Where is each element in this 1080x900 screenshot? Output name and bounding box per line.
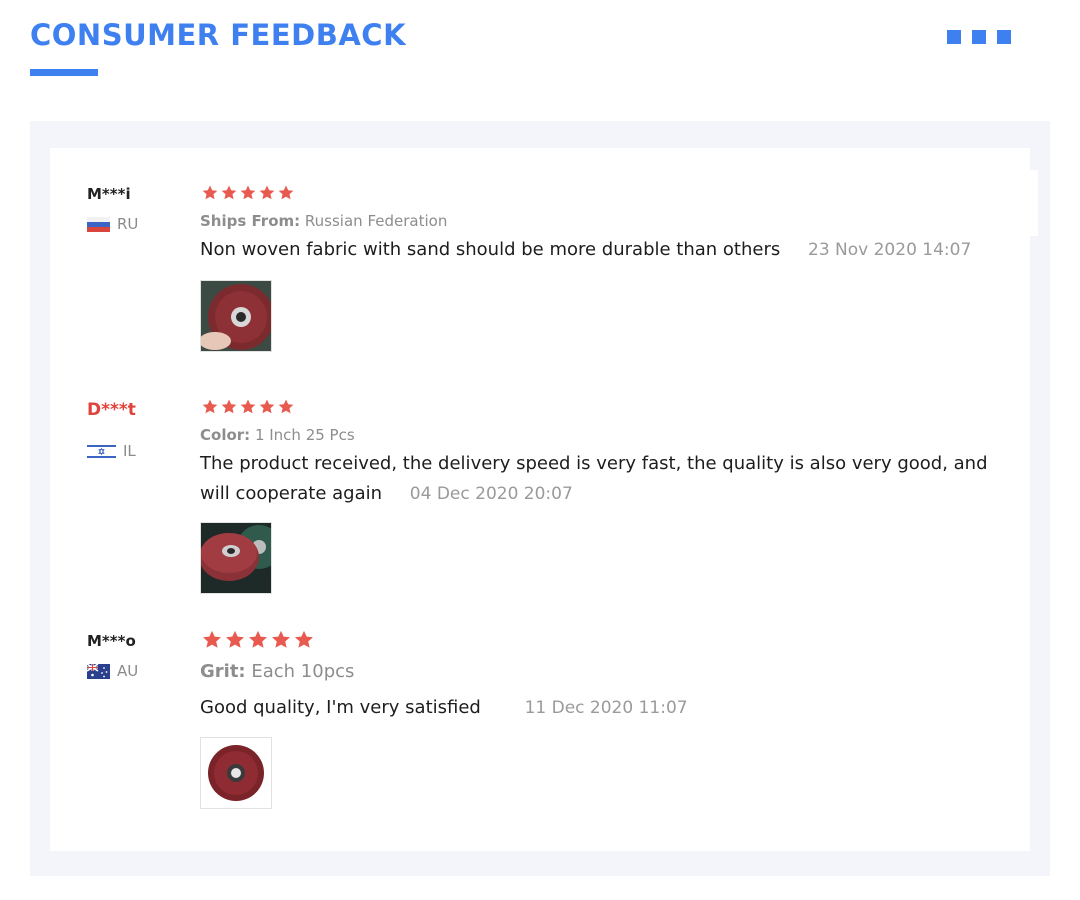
reviewer-country: IL — [87, 442, 136, 460]
attribute-value: Each 10pcs — [251, 661, 355, 682]
review-text: Non woven fabric with sand should be mor… — [200, 235, 990, 265]
review-attribute: Grit: Each 10pcs — [200, 661, 354, 682]
reviewer-name: D***t — [87, 400, 136, 420]
review-photo[interactable] — [200, 737, 272, 809]
review-attribute: Ships From: Russian Federation — [200, 212, 447, 230]
star-icon — [249, 630, 267, 648]
review-attribute: Color: 1 Inch 25 Pcs — [200, 426, 355, 444]
reviewer-country: AU — [87, 662, 138, 680]
attribute-value: Russian Federation — [304, 212, 448, 230]
australia-flag-icon — [87, 663, 110, 679]
country-code: IL — [123, 442, 136, 460]
attribute-value: 1 Inch 25 Pcs — [254, 426, 355, 444]
reviewer-name: M***o — [87, 632, 136, 650]
review-date: 23 Nov 2020 14:07 — [808, 240, 972, 260]
star-icon — [240, 399, 256, 414]
star-icon — [278, 185, 294, 200]
star-icon — [226, 630, 244, 648]
review-date: 11 Dec 2020 11:07 — [524, 698, 688, 718]
page-title: CONSUMER FEEDBACK — [30, 18, 407, 52]
review-photo[interactable] — [200, 522, 272, 594]
country-code: RU — [117, 215, 139, 233]
review-date: 04 Dec 2020 20:07 — [409, 484, 573, 504]
star-icon — [202, 185, 218, 200]
star-icon — [259, 185, 275, 200]
rating-stars — [201, 629, 315, 651]
flap-disc-in-hand-photo — [201, 281, 271, 351]
review-body: The product received, the delivery speed… — [200, 453, 988, 504]
star-icon — [240, 185, 256, 200]
country-code: AU — [117, 662, 139, 680]
review-body: Good quality, I'm very satisfied — [200, 697, 481, 718]
star-icon — [278, 399, 294, 414]
review-text: Good quality, I'm very satisfied 11 Dec … — [200, 693, 990, 723]
review-text: The product received, the delivery speed… — [200, 449, 990, 509]
reviewer-name: M***i — [87, 185, 131, 203]
single-flap-disc-photo — [201, 738, 271, 808]
dot-icon — [972, 30, 986, 44]
dot-icon — [997, 30, 1011, 44]
star-icon — [295, 630, 313, 648]
review-body: Non woven fabric with sand should be mor… — [200, 239, 781, 260]
review-photo[interactable] — [200, 280, 272, 352]
reviewer-country: RU — [87, 215, 138, 233]
star-icon — [202, 399, 218, 414]
star-icon — [259, 399, 275, 414]
attribute-label: Grit: — [200, 661, 246, 682]
stacked-flap-discs-photo — [201, 523, 271, 593]
rating-stars — [201, 398, 295, 416]
russia-flag-icon — [87, 216, 110, 232]
dot-icon — [947, 30, 961, 44]
title-underline — [30, 69, 98, 76]
star-icon — [272, 630, 290, 648]
rating-stars — [201, 184, 295, 202]
more-dots-icon — [947, 30, 1011, 44]
israel-flag-icon — [87, 443, 116, 459]
star-icon — [203, 630, 221, 648]
star-icon — [221, 185, 237, 200]
attribute-label: Ships From: — [200, 212, 301, 230]
attribute-label: Color: — [200, 426, 251, 444]
reviews-card: M***i RU Ships From: Russian Federation … — [50, 148, 1030, 851]
star-icon — [221, 399, 237, 414]
card-edge — [1030, 170, 1038, 236]
